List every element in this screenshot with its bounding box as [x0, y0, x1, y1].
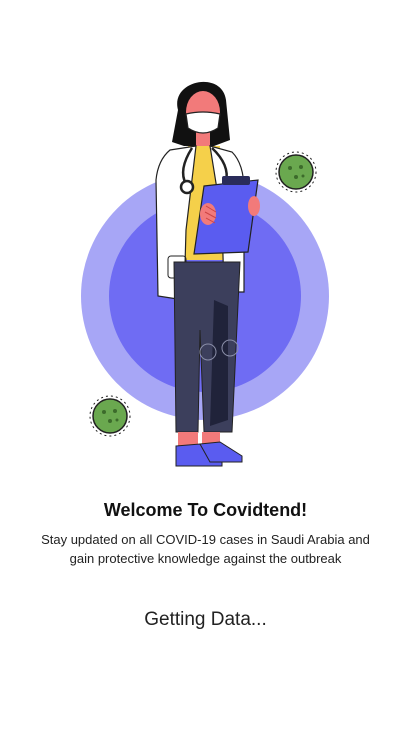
virus-icon — [89, 395, 131, 437]
doctor-illustration — [81, 81, 329, 467]
welcome-title: Welcome To Covidtend! — [103, 500, 308, 520]
virus-icon — [275, 151, 317, 193]
welcome-subtitle: Stay updated on all COVID-19 cases in Sa… — [41, 532, 370, 566]
loading-status: Getting Data... — [144, 609, 267, 630]
